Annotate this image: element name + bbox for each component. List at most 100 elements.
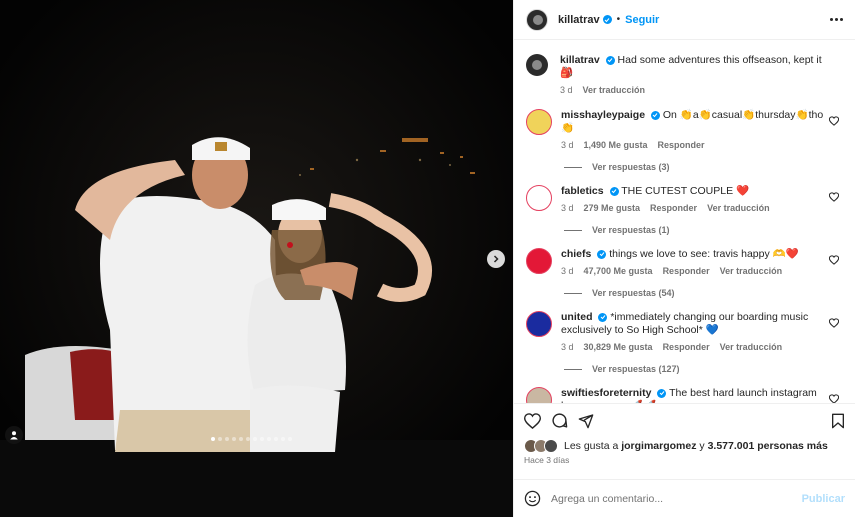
likes-conjunction: y (699, 440, 705, 452)
verified-badge-icon (609, 186, 619, 196)
view-replies-button[interactable]: Ver respuestas (127) (564, 364, 843, 374)
comment-like-heart-icon[interactable] (829, 318, 839, 328)
caption-avatar[interactable] (526, 54, 548, 76)
comment-thread: misshayleypaige On 👏a👏casual👏thursday👏th… (526, 109, 843, 172)
carousel-dot (246, 437, 250, 441)
user-tag-icon (10, 431, 18, 440)
comment-like-heart-icon[interactable] (829, 116, 839, 126)
carousel-dot (281, 437, 285, 441)
tagged-users-button[interactable] (5, 426, 23, 444)
reply-button[interactable]: Responder (663, 266, 710, 276)
liker-username[interactable]: jorgimargomez (621, 440, 696, 452)
commenter-avatar[interactable] (526, 109, 552, 135)
liker-avatar (544, 439, 558, 453)
commenter-avatar[interactable] (526, 311, 552, 337)
view-replies-button[interactable]: Ver respuestas (1) (564, 225, 843, 235)
commenter-username[interactable]: united (561, 311, 593, 323)
commenter-avatar[interactable] (526, 387, 552, 403)
post-timestamp: Hace 3 días (524, 455, 570, 465)
commenter-avatar[interactable] (526, 248, 552, 274)
save-bookmark-icon[interactable] (831, 413, 845, 429)
translate-link[interactable]: Ver traducción (720, 342, 783, 352)
carousel-dot (239, 437, 243, 441)
view-replies-label[interactable]: Ver respuestas (127) (592, 364, 680, 374)
post-caption: killatrav Had some adventures this offse… (526, 54, 843, 95)
view-replies-label[interactable]: Ver respuestas (54) (592, 288, 675, 298)
reply-button[interactable]: Responder (650, 203, 697, 213)
reply-button[interactable]: Responder (658, 140, 705, 150)
carousel-dot (253, 437, 257, 441)
verified-badge-icon (597, 249, 607, 259)
commenter-username[interactable]: swiftiesforeternity (561, 387, 651, 399)
carousel-dot (260, 437, 264, 441)
verified-badge-icon (602, 15, 612, 24)
comment-likes-count[interactable]: 30,829 Me gusta (584, 342, 653, 352)
like-heart-icon[interactable] (524, 412, 541, 429)
comment-likes-count[interactable]: 47,700 Me gusta (584, 266, 653, 276)
author-avatar[interactable] (526, 8, 548, 31)
post-header: killatrav • Seguir (514, 0, 855, 40)
reply-button[interactable]: Responder (663, 342, 710, 352)
author-username[interactable]: killatrav (558, 14, 600, 26)
carousel-dot (218, 437, 222, 441)
comment-text: things we love to see: travis happy 🫶❤️ (609, 248, 799, 260)
separator-bullet: • (616, 14, 621, 25)
carousel-dot (288, 437, 292, 441)
caption-text: Had some adventures this offseason, kept… (560, 54, 822, 79)
comment-like-heart-icon[interactable] (829, 394, 839, 403)
commenter-username[interactable]: misshayleypaige (561, 109, 645, 121)
follow-button[interactable]: Seguir (625, 14, 659, 26)
instagram-post-modal: killatrav • Seguir killatrav Had some ad… (0, 0, 855, 517)
comment-thread: swiftiesforeternity The best hard launch… (526, 387, 843, 403)
carousel-dot (274, 437, 278, 441)
comment-likes-count[interactable]: 279 Me gusta (584, 203, 641, 213)
comment-item: united *immediately changing our boardin… (526, 311, 843, 352)
replies-divider (564, 229, 582, 231)
more-options-icon[interactable] (830, 18, 843, 21)
view-replies-button[interactable]: Ver respuestas (3) (564, 162, 843, 172)
commenter-username[interactable]: chiefs (561, 248, 591, 260)
carousel-dot (211, 437, 215, 441)
likes-prefix: Les gusta a (564, 440, 619, 452)
comments-list[interactable]: killatrav Had some adventures this offse… (514, 40, 855, 403)
likes-count[interactable]: 3.577.001 personas más (708, 440, 828, 452)
commenter-avatar[interactable] (526, 185, 552, 211)
share-send-icon[interactable] (578, 413, 594, 429)
view-replies-button[interactable]: Ver respuestas (54) (564, 288, 843, 298)
comment-item: swiftiesforeternity The best hard launch… (526, 387, 843, 403)
view-replies-label[interactable]: Ver respuestas (3) (592, 162, 670, 172)
replies-divider (564, 368, 582, 370)
comment-text: THE CUTEST COUPLE ❤️ (621, 185, 750, 197)
publish-button[interactable]: Publicar (802, 493, 845, 505)
likes-summary: Les gusta a jorgimargomez y 3.577.001 pe… (514, 437, 855, 455)
verified-badge-icon (650, 110, 660, 120)
comment-likes-count[interactable]: 1,490 Me gusta (584, 140, 648, 150)
carousel-dot (267, 437, 271, 441)
emoji-smiley-icon[interactable] (524, 490, 541, 507)
post-media[interactable] (0, 0, 513, 517)
translate-link[interactable]: Ver traducción (720, 266, 783, 276)
comment-bubble-icon[interactable] (551, 412, 568, 429)
post-side-panel: killatrav • Seguir killatrav Had some ad… (513, 0, 855, 517)
caption-translate-link[interactable]: Ver traducción (583, 85, 646, 95)
comment-input[interactable] (551, 492, 802, 505)
comment-like-heart-icon[interactable] (829, 192, 839, 202)
comment-time: 3 d (561, 266, 574, 276)
comment-item: misshayleypaige On 👏a👏casual👏thursday👏th… (526, 109, 843, 150)
comment-thread: chiefs things we love to see: travis hap… (526, 248, 843, 298)
verified-badge-icon (605, 55, 615, 65)
commenter-username[interactable]: fabletics (561, 185, 604, 197)
verified-badge-icon (657, 388, 667, 398)
carousel-next-button[interactable] (487, 250, 505, 268)
replies-divider (564, 292, 582, 294)
carousel-dot (232, 437, 236, 441)
comment-time: 3 d (561, 342, 574, 352)
view-replies-label[interactable]: Ver respuestas (1) (592, 225, 670, 235)
caption-username[interactable]: killatrav (560, 54, 600, 66)
translate-link[interactable]: Ver traducción (707, 203, 770, 213)
comment-item: chiefs things we love to see: travis hap… (526, 248, 843, 276)
comment-like-heart-icon[interactable] (829, 255, 839, 265)
post-actions-bar (514, 403, 855, 437)
comment-time: 3 d (561, 140, 574, 150)
carousel-indicator (211, 437, 292, 441)
